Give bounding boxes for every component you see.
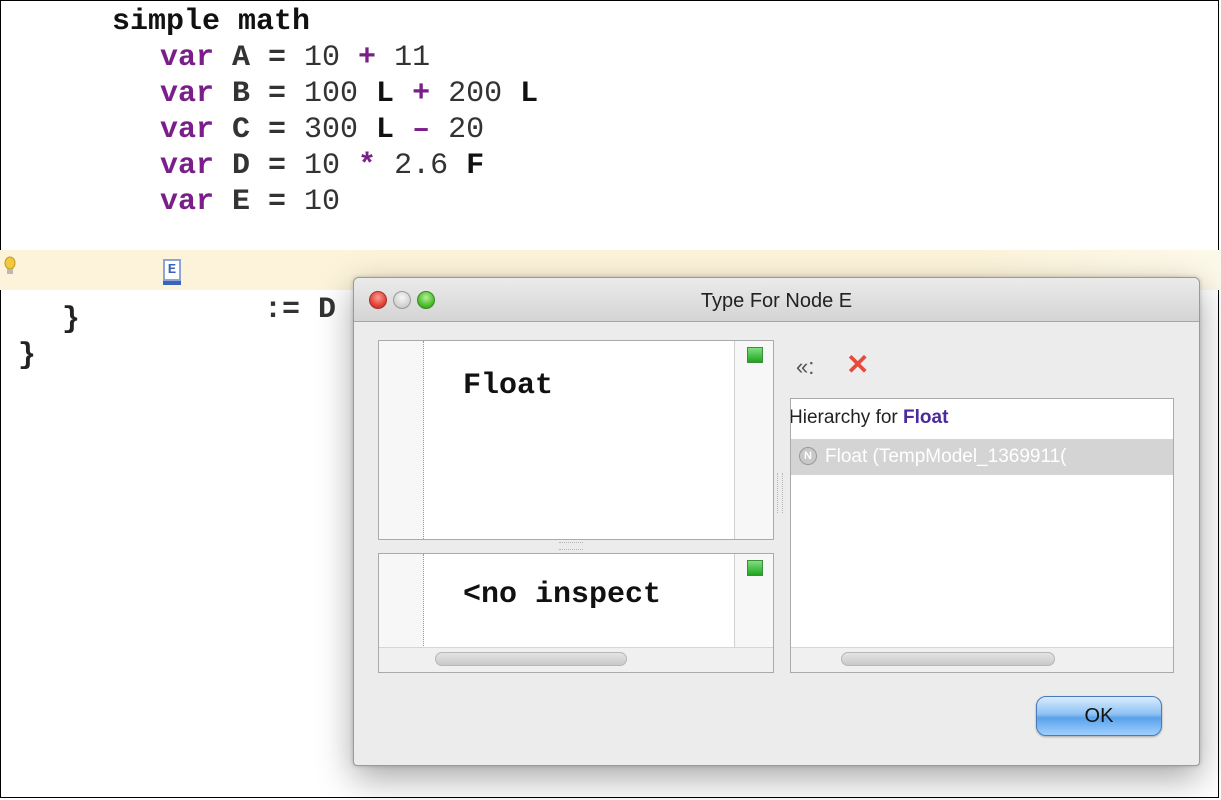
hierarchy-header: Hierarchy for Float [790, 405, 949, 431]
code-line[interactable]: var E = 10 [160, 184, 340, 220]
inspector-panel[interactable]: <no inspect [378, 553, 774, 673]
keyword-token: var [160, 77, 215, 111]
operator-token: – [394, 113, 449, 147]
horizontal-scrollbar[interactable] [379, 647, 773, 672]
operator-token: + [340, 41, 395, 75]
hierarchy-type: Float [903, 407, 949, 428]
code-token: 2.6 [394, 149, 449, 183]
assign-rest: := D [246, 293, 337, 327]
type-panel[interactable]: Float [378, 340, 774, 540]
ok-button[interactable]: OK [1036, 696, 1162, 736]
code-line[interactable]: var A = 10 + 11 [160, 40, 430, 76]
code-line[interactable]: simple math [112, 4, 310, 40]
keyword-token: var [160, 113, 215, 147]
horizontal-scrollbar[interactable] [791, 647, 1173, 672]
hierarchy-item[interactable]: N Float (TempModel_1369911( [791, 439, 1173, 475]
code-token: L [358, 77, 395, 111]
code-token: 10 [304, 41, 341, 75]
code-line[interactable]: var B = 100 L + 200 L [160, 76, 538, 112]
code-line[interactable]: var D = 10 * 2.6 F [160, 148, 484, 184]
code-line[interactable]: var C = 300 L – 20 [160, 112, 484, 148]
keyword-token: var [160, 41, 215, 75]
code-token: 300 [304, 113, 359, 147]
node-e-marker[interactable]: E [163, 259, 181, 285]
right-gutter [734, 341, 773, 539]
dialog-title: Type For Node E [700, 290, 853, 312]
hierarchy-item-label: Float (TempModel_1369911( [825, 446, 1067, 467]
type-value: Float [463, 369, 554, 403]
code-token: A = [214, 41, 305, 75]
code-token: E = [214, 185, 305, 219]
assign-statement[interactable]: := D [210, 256, 336, 328]
code-token: simple math [112, 5, 311, 39]
hierarchy-toolbar: «: ✕ [796, 350, 916, 382]
code-token: 100 [304, 77, 359, 111]
close-icon[interactable]: ✕ [846, 350, 876, 380]
vertical-splitter-grip[interactable] [777, 473, 783, 513]
closing-brace-outer: } [18, 339, 37, 373]
scrollbar-thumb[interactable] [841, 652, 1055, 666]
code-token: L [358, 113, 395, 147]
code-token: 11 [394, 41, 431, 75]
hierarchy-panel[interactable]: Hierarchy for Float N Float (TempModel_1… [790, 398, 1174, 673]
operator-token: * [340, 149, 395, 183]
status-ok-icon [747, 347, 763, 363]
type-for-node-dialog: Type For Node E Float <no inspect «: ✕ H… [353, 277, 1200, 766]
code-token: L [502, 77, 539, 111]
keyword-token: var [160, 185, 215, 219]
closing-brace-inner: } [62, 303, 81, 337]
lightbulb-icon[interactable] [4, 256, 16, 276]
code-token: C = [214, 113, 305, 147]
horizontal-splitter-grip[interactable] [559, 542, 583, 550]
code-token: 10 [304, 149, 341, 183]
hierarchy-prefix: Hierarchy for [790, 407, 904, 428]
inspector-value: <no inspect [463, 578, 662, 612]
left-gutter [379, 341, 424, 539]
code-token: F [448, 149, 485, 183]
dialog-titlebar[interactable]: Type For Node E [354, 278, 1199, 322]
status-ok-icon [747, 560, 763, 576]
code-token: D = [214, 149, 305, 183]
node-icon: N [799, 447, 817, 465]
code-token: B = [214, 77, 305, 111]
scrollbar-thumb[interactable] [435, 652, 627, 666]
collapse-icon[interactable]: «: [796, 352, 828, 382]
operator-token: + [394, 77, 449, 111]
code-token: 200 [448, 77, 503, 111]
keyword-token: var [160, 149, 215, 183]
code-token: 10 [304, 185, 341, 219]
code-token: 20 [448, 113, 485, 147]
